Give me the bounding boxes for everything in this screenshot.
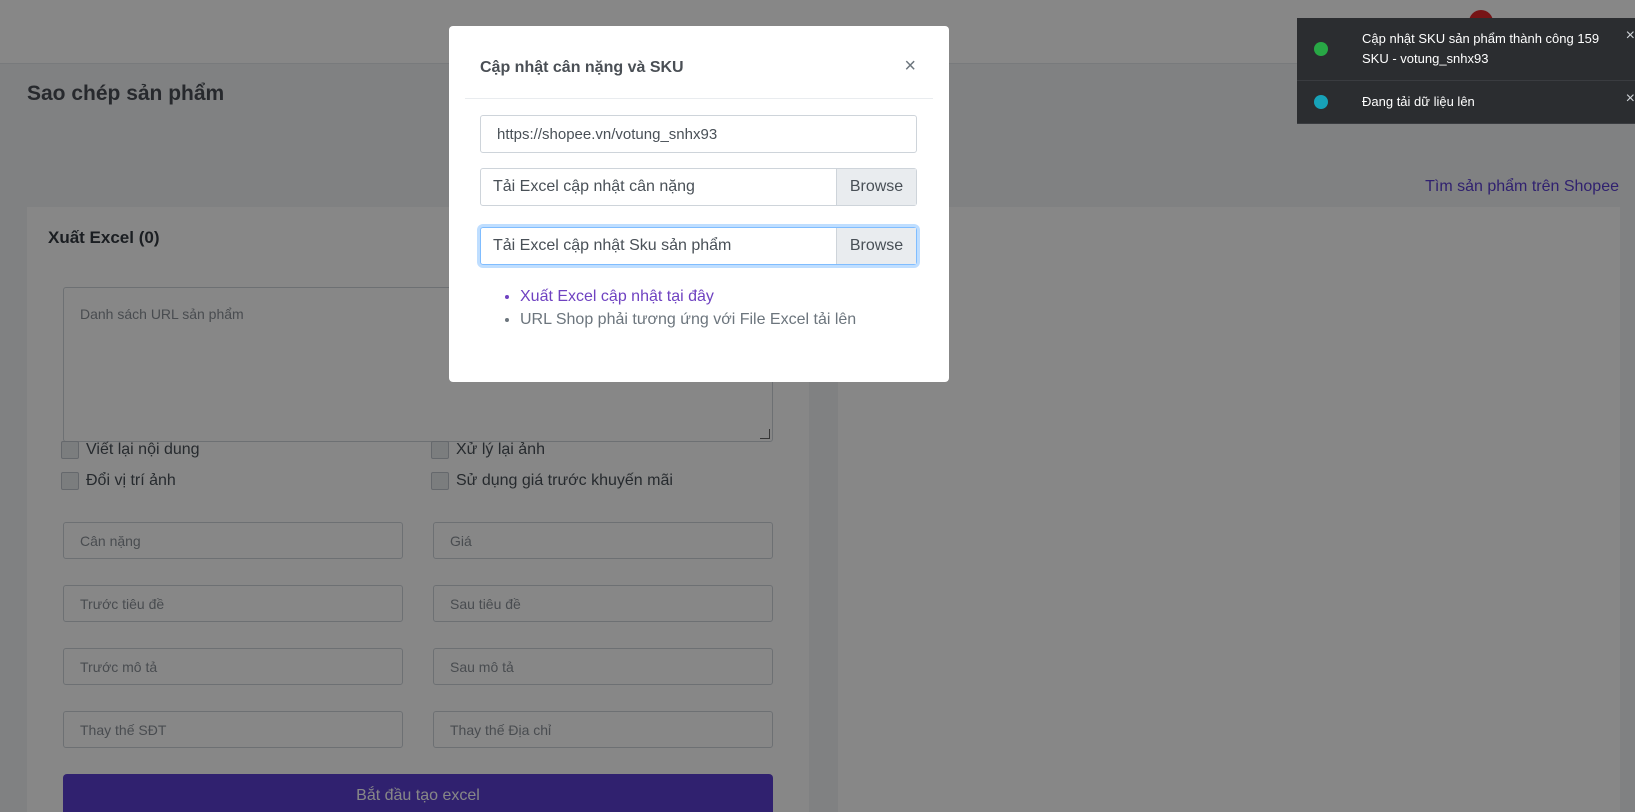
toast-message: Đang tải dữ liệu lên	[1362, 94, 1475, 109]
update-weight-sku-modal: Cập nhật cân nặng và SKU × https://shope…	[449, 26, 949, 382]
modal-title: Cập nhật cân nặng và SKU	[480, 59, 684, 76]
info-toast: Đang tải dữ liệu lên ×	[1297, 81, 1635, 124]
shop-url-input[interactable]: https://shopee.vn/votung_snhx93	[480, 115, 917, 153]
file-input-label: Tải Excel cập nhật Sku sản phẩm	[493, 237, 732, 254]
success-status-icon	[1314, 42, 1328, 56]
close-icon[interactable]: ×	[1626, 26, 1635, 46]
export-update-excel-link[interactable]: Xuất Excel cập nhật tại đây	[520, 288, 856, 306]
browse-button[interactable]: Browse	[836, 169, 916, 205]
weight-excel-file-input[interactable]: Tải Excel cập nhật cân nặng Browse	[480, 168, 917, 206]
modal-divider	[465, 98, 933, 99]
shop-url-note: URL Shop phải tương ứng với File Excel t…	[520, 311, 856, 329]
info-status-icon	[1314, 95, 1328, 109]
close-icon[interactable]: ×	[904, 56, 916, 76]
browse-button[interactable]: Browse	[836, 228, 916, 264]
close-icon[interactable]: ×	[1626, 89, 1635, 109]
modal-notes-list: Xuất Excel cập nhật tại đây URL Shop phả…	[520, 288, 856, 334]
sku-excel-file-input[interactable]: Tải Excel cập nhật Sku sản phẩm Browse	[480, 227, 917, 265]
success-toast: Cập nhật SKU sản phẩm thành công 159 SKU…	[1297, 18, 1635, 81]
file-input-label: Tải Excel cập nhật cân nặng	[493, 178, 695, 195]
toast-container: Cập nhật SKU sản phẩm thành công 159 SKU…	[1297, 18, 1635, 124]
toast-message: Cập nhật SKU sản phẩm thành công 159 SKU…	[1362, 31, 1600, 66]
